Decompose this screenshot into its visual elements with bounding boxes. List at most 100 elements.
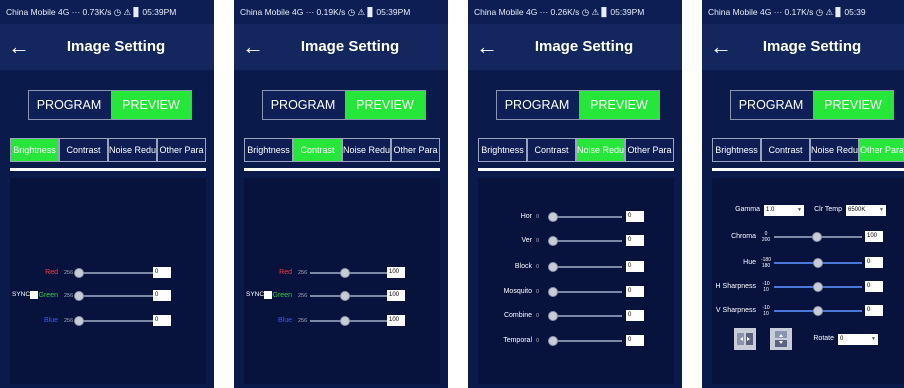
preview-button[interactable]: PREVIEW xyxy=(813,91,893,119)
combine-slider-knob[interactable] xyxy=(548,311,558,321)
program-button[interactable]: PROGRAM xyxy=(497,91,577,119)
red-slider-knob[interactable] xyxy=(340,268,350,278)
program-button[interactable]: PROGRAM xyxy=(263,91,343,119)
slider-row-red: Red 256 0 xyxy=(10,266,206,280)
chroma-value-field[interactable]: 100 xyxy=(865,231,883,242)
block-value-field[interactable]: 0 xyxy=(626,261,644,272)
block-label: Block xyxy=(514,263,532,270)
slider-row-v-sharpness: V Sharpness -10 10 0 xyxy=(712,304,904,318)
red-track[interactable] xyxy=(76,272,154,274)
divider xyxy=(10,168,206,171)
phone-screen-noise-reduction: China Mobile 4G ··· 0.26K/s ◷ ⚠ ▊ 05:39P… xyxy=(468,0,682,388)
slider-row-block: Block 0 0 xyxy=(478,260,674,274)
gamma-label: Gamma xyxy=(735,206,760,213)
phone-screen-brightness: China Mobile 4G ··· 0.73K/s ◷ ⚠ ▊ 05:39P… xyxy=(0,0,214,388)
tab-contrast[interactable]: Contrast xyxy=(293,138,342,162)
h-sharpness-value-field[interactable]: 0 xyxy=(865,281,883,292)
mosquito-track[interactable] xyxy=(550,291,622,293)
tab-other-params[interactable]: Other Para xyxy=(625,138,674,162)
brightness-panel: SYNC Red 256 0 Green 256 0 Blue 256 0 xyxy=(10,178,206,384)
block-slider-knob[interactable] xyxy=(548,262,558,272)
app-header: ← Image Setting xyxy=(0,24,214,70)
tab-noise-reduction[interactable]: Noise Reduc xyxy=(342,138,391,162)
green-value-field[interactable]: 0 xyxy=(153,290,171,301)
v-sharpness-label: V Sharpness xyxy=(715,307,756,314)
hue-slider-knob[interactable] xyxy=(813,258,823,268)
gamma-dropdown[interactable]: 1.0 ▼ xyxy=(764,205,804,216)
green-slider-knob[interactable] xyxy=(74,291,84,301)
temporal-slider-knob[interactable] xyxy=(548,336,558,346)
page-title: Image Setting xyxy=(66,38,166,55)
rotate-dropdown[interactable]: 0 ▼ xyxy=(838,334,878,345)
other-params-panel: Gamma 1.0 ▼ Clr Temp 6500K ▼ Chroma 0 200… xyxy=(712,178,904,384)
block-min: 0 xyxy=(536,264,540,270)
h-sharpness-slider-knob[interactable] xyxy=(813,282,823,292)
h-sharpness-label: H Sharpness xyxy=(715,283,756,290)
preview-button[interactable]: PREVIEW xyxy=(345,91,425,119)
red-slider-knob[interactable] xyxy=(74,268,84,278)
phone-screen-other-params: China Mobile 4G ··· 0.17K/s ◷ ⚠ ▊ 05:39 … xyxy=(702,0,904,388)
ver-slider-knob[interactable] xyxy=(548,236,558,246)
block-track[interactable] xyxy=(550,266,622,268)
blue-slider-knob[interactable] xyxy=(74,316,84,326)
combine-track[interactable] xyxy=(550,315,622,317)
slider-row-green: Green 256 0 xyxy=(10,289,206,303)
mosquito-min: 0 xyxy=(536,289,540,295)
hor-value-field[interactable]: 0 xyxy=(626,211,644,222)
tab-other-params[interactable]: Other Para xyxy=(391,138,440,162)
divider xyxy=(478,168,674,171)
green-track[interactable] xyxy=(76,295,154,297)
flip-vertical-icon[interactable] xyxy=(770,328,792,350)
blue-value-field[interactable]: 0 xyxy=(153,315,171,326)
preview-button[interactable]: PREVIEW xyxy=(579,91,659,119)
tab-contrast[interactable]: Contrast xyxy=(527,138,576,162)
red-min: 256 xyxy=(298,270,308,276)
v-sharpness-slider-knob[interactable] xyxy=(813,306,823,316)
tab-noise-reduction[interactable]: Noise Reduc xyxy=(576,138,625,162)
tab-contrast[interactable]: Contrast xyxy=(761,138,810,162)
flip-horizontal-icon[interactable] xyxy=(734,328,756,350)
tab-contrast[interactable]: Contrast xyxy=(59,138,108,162)
hor-slider-knob[interactable] xyxy=(548,212,558,222)
temporal-value-field[interactable]: 0 xyxy=(626,335,644,346)
tab-brightness[interactable]: Brightness xyxy=(10,138,59,162)
status-bar: China Mobile 4G ··· 0.19K/s ◷ ⚠ ▊ 05:39P… xyxy=(234,0,448,24)
blue-value-field[interactable]: 100 xyxy=(387,315,405,326)
v-sharpness-range: -10 10 xyxy=(762,305,770,317)
mosquito-value-field[interactable]: 0 xyxy=(626,286,644,297)
clr-temp-dropdown[interactable]: 6500K ▼ xyxy=(846,205,886,216)
program-button[interactable]: PROGRAM xyxy=(731,91,811,119)
tab-brightness[interactable]: Brightness xyxy=(478,138,527,162)
tab-brightness[interactable]: Brightness xyxy=(712,138,761,162)
ver-track[interactable] xyxy=(550,240,622,242)
ver-value-field[interactable]: 0 xyxy=(626,235,644,246)
slider-row-hor: Hor 0 0 xyxy=(478,210,674,224)
chroma-slider-knob[interactable] xyxy=(812,232,822,242)
chevron-down-icon: ▼ xyxy=(871,336,876,342)
tab-noise-reduction[interactable]: Noise Reduc xyxy=(108,138,157,162)
chroma-range: 0 200 xyxy=(761,231,771,243)
hue-value-field[interactable]: 0 xyxy=(865,257,883,268)
blue-track[interactable] xyxy=(76,320,154,322)
red-value-field[interactable]: 0 xyxy=(153,267,171,278)
program-button[interactable]: PROGRAM xyxy=(29,91,109,119)
mosquito-slider-knob[interactable] xyxy=(548,287,558,297)
temporal-track[interactable] xyxy=(550,340,622,342)
preview-button[interactable]: PREVIEW xyxy=(111,91,191,119)
v-sharpness-value-field[interactable]: 0 xyxy=(865,305,883,316)
combine-value-field[interactable]: 0 xyxy=(626,310,644,321)
tab-brightness[interactable]: Brightness xyxy=(244,138,293,162)
tab-other-params[interactable]: Other Para xyxy=(859,138,904,162)
slider-row-hue: Hue -180 180 0 xyxy=(712,256,904,270)
rotate-label: Rotate xyxy=(813,335,834,342)
red-value-field[interactable]: 100 xyxy=(387,267,405,278)
hor-label: Hor xyxy=(520,213,532,220)
green-slider-knob[interactable] xyxy=(340,291,350,301)
hor-track[interactable] xyxy=(550,216,622,218)
slider-row-red: Red 256 100 xyxy=(244,266,440,280)
tab-other-params[interactable]: Other Para xyxy=(157,138,206,162)
blue-slider-knob[interactable] xyxy=(340,316,350,326)
slider-row-green: Green 256 100 xyxy=(244,289,440,303)
tab-noise-reduction[interactable]: Noise Reduc xyxy=(810,138,859,162)
green-value-field[interactable]: 100 xyxy=(387,290,405,301)
